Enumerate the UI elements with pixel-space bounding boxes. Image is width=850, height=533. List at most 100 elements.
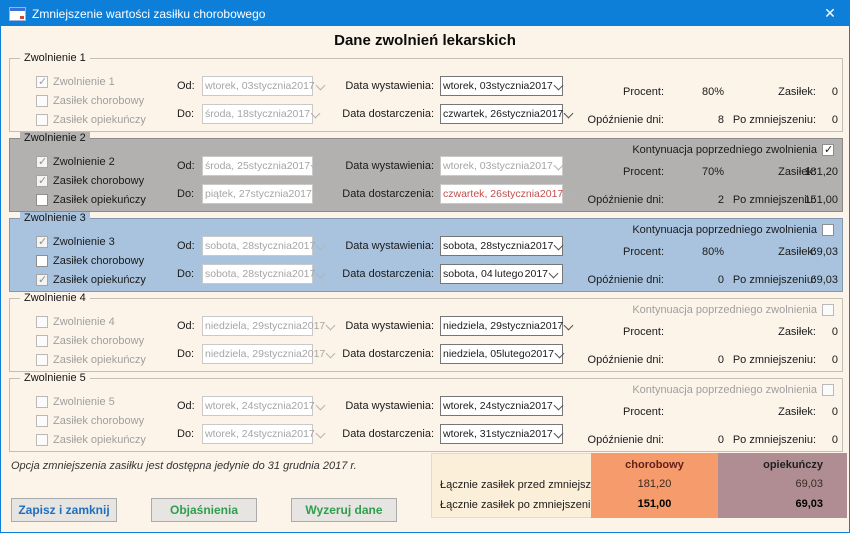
opoznienie-label: Opóźnienie dni:: [580, 114, 664, 126]
zasilek-opiekunczy-checkbox[interactable]: Zasiłek opiekuńczy: [36, 194, 146, 206]
checkbox-indicator: [36, 114, 48, 126]
do-date-select[interactable]: niedziela , 29 stycznia 2017: [202, 344, 313, 364]
od-date-select[interactable]: sobota , 28 stycznia 2017: [202, 236, 313, 256]
od-date-select[interactable]: niedziela , 29 stycznia 2017: [202, 316, 313, 336]
close-icon[interactable]: ✕: [819, 1, 841, 26]
date-month: stycznia: [502, 108, 540, 120]
od-date-select[interactable]: środa , 25 stycznia 2017: [202, 156, 313, 176]
date-day: niedziela: [443, 320, 484, 332]
date-year: 2017: [529, 160, 552, 172]
date-day: czwartek: [443, 108, 484, 120]
checkbox-label: Zasiłek chorobowy: [53, 175, 144, 187]
do-date-select[interactable]: piątek , 27 stycznia 2017: [202, 184, 313, 204]
zasilek-chorobowy-checkbox[interactable]: Zasiłek chorobowy: [36, 415, 144, 427]
kontynuacja-checkbox[interactable]: Kontynuacja poprzedniego zwolnienia: [632, 144, 834, 156]
date-month: stycznia: [253, 400, 291, 412]
date-year: 2017: [529, 400, 552, 412]
zasilek-opiekunczy-checkbox[interactable]: Zasiłek opiekuńczy: [36, 434, 146, 446]
section-title: Zwolnienie 2: [20, 132, 90, 144]
do-date-select[interactable]: środa , 18 stycznia 2017: [202, 104, 313, 124]
date-month: stycznia: [251, 188, 289, 200]
date-month: stycznia: [249, 160, 287, 172]
date-year: 2017: [540, 188, 563, 200]
data-dostarczenia-select[interactable]: wtorek , 31 stycznia 2017: [440, 424, 563, 444]
date-day: niedziela: [443, 348, 484, 360]
date-year: 2017: [302, 348, 325, 360]
zasilek-chorobowy-checkbox[interactable]: Zasiłek chorobowy: [36, 255, 144, 267]
od-label: Od:: [177, 320, 195, 332]
opoznienie-label: Opóźnienie dni:: [580, 194, 664, 206]
do-date-select[interactable]: sobota , 28 stycznia 2017: [202, 264, 313, 284]
data-wystawienia-select[interactable]: sobota , 28 stycznia 2017: [440, 236, 563, 256]
kontynuacja-checkbox[interactable]: Kontynuacja poprzedniego zwolnienia: [632, 384, 834, 396]
sum-po-label: Łącznie zasiłek po zmniejszeniu:: [440, 499, 600, 511]
date-num: , 03: [474, 160, 492, 172]
zwolnienie-checkbox[interactable]: Zwolnienie 3: [36, 236, 115, 248]
data-wystawienia-label: Data wystawienia:: [326, 240, 434, 252]
date-month: stycznia: [254, 268, 292, 280]
data-dostarczenia-select[interactable]: czwartek , 26 stycznia 2017: [440, 104, 563, 124]
checkbox-indicator: [822, 304, 834, 316]
kontynuacja-checkbox[interactable]: Kontynuacja poprzedniego zwolnienia: [632, 304, 834, 316]
zasilek-opiekunczy-checkbox[interactable]: Zasiłek opiekuńczy: [36, 354, 146, 366]
zwolnienie-checkbox[interactable]: Zwolnienie 1: [36, 76, 115, 88]
data-dostarczenia-select[interactable]: sobota , 04 lutego 2017: [440, 264, 563, 284]
footer-note: Opcja zmniejszenia zasiłku jest dostępna…: [11, 460, 357, 472]
date-num: , 31: [474, 428, 492, 440]
checkbox-label: Zwolnienie 4: [53, 316, 115, 328]
zasilek-opiekunczy-checkbox[interactable]: Zasiłek opiekuńczy: [36, 274, 146, 286]
zasilek-chorobowy-checkbox[interactable]: Zasiłek chorobowy: [36, 175, 144, 187]
date-year: 2017: [525, 268, 548, 280]
chevron-down-icon: [315, 81, 325, 91]
date-year: 2017: [540, 108, 563, 120]
checkbox-label: Zasiłek chorobowy: [53, 415, 144, 427]
data-dostarczenia-label: Data dostarczenia:: [326, 188, 434, 200]
chevron-down-icon: [310, 161, 320, 171]
date-month: stycznia: [502, 188, 540, 200]
do-label: Do:: [177, 348, 194, 360]
zwolnienie-checkbox[interactable]: Zwolnienie 2: [36, 156, 115, 168]
kontynuacja-checkbox[interactable]: Kontynuacja poprzedniego zwolnienia: [632, 224, 834, 236]
chorobowy-przed-value: 181,20: [591, 478, 718, 490]
date-year: 2017: [292, 268, 315, 280]
do-date-select[interactable]: wtorek , 24 stycznia 2017: [202, 424, 313, 444]
date-year: 2017: [287, 108, 310, 120]
checkbox-indicator: [36, 396, 48, 408]
data-wystawienia-select[interactable]: wtorek , 03 stycznia 2017: [440, 156, 563, 176]
do-label: Do:: [177, 108, 194, 120]
data-dostarczenia-select[interactable]: czwartek , 26 stycznia 2017: [440, 184, 563, 204]
data-dostarczenia-select[interactable]: niedziela , 05 lutego 2017: [440, 344, 563, 364]
od-date-select[interactable]: wtorek , 03 stycznia 2017: [202, 76, 313, 96]
zwolnienie-section: Zwolnienie 1 Zwolnienie 1 Zasiłek chorob…: [9, 58, 843, 132]
zasilek-chorobowy-checkbox[interactable]: Zasiłek chorobowy: [36, 95, 144, 107]
chorobowy-header: chorobowy: [591, 459, 718, 471]
od-date-select[interactable]: wtorek , 24 stycznia 2017: [202, 396, 313, 416]
date-month: stycznia: [502, 320, 540, 332]
section-title: Zwolnienie 4: [20, 292, 90, 304]
checkbox-label: Zasiłek chorobowy: [53, 255, 144, 267]
zwolnienie-checkbox[interactable]: Zwolnienie 5: [36, 396, 115, 408]
data-wystawienia-select[interactable]: wtorek , 03 stycznia 2017: [440, 76, 563, 96]
data-wystawienia-select[interactable]: niedziela , 29 stycznia 2017: [440, 316, 563, 336]
chevron-down-icon: [553, 81, 563, 91]
procent-label: Procent:: [580, 406, 664, 418]
zasilek-opiekunczy-checkbox[interactable]: Zasiłek opiekuńczy: [36, 114, 146, 126]
date-num: , 24: [474, 400, 492, 412]
data-wystawienia-select[interactable]: wtorek , 24 stycznia 2017: [440, 396, 563, 416]
chevron-down-icon: [553, 401, 563, 411]
date-month: stycznia: [264, 320, 302, 332]
objasnienia-button[interactable]: Objaśnienia: [151, 498, 257, 522]
checkbox-label: Zwolnienie 5: [53, 396, 115, 408]
opoznienie-value: 0: [674, 274, 724, 286]
zwolnienie-checkbox[interactable]: Zwolnienie 4: [36, 316, 115, 328]
date-num: , 29: [484, 320, 502, 332]
zwolnienie-section: Zwolnienie 3 Zwolnienie 3 Zasiłek chorob…: [9, 218, 843, 292]
zasilek-value: 0: [782, 326, 838, 338]
date-year: 2017: [288, 188, 311, 200]
summary-panel: Łącznie zasiłek przed zmniejszeniem: Łąc…: [431, 453, 846, 518]
zasilek-chorobowy-checkbox[interactable]: Zasiłek chorobowy: [36, 335, 144, 347]
wyzeruj-dane-button[interactable]: Wyzeruj dane: [291, 498, 397, 522]
od-label: Od:: [177, 400, 195, 412]
po-zmniejszeniu-value: 151,00: [782, 194, 838, 206]
zapisz-i-zamknij-button[interactable]: Zapisz i zamknij: [11, 498, 117, 522]
